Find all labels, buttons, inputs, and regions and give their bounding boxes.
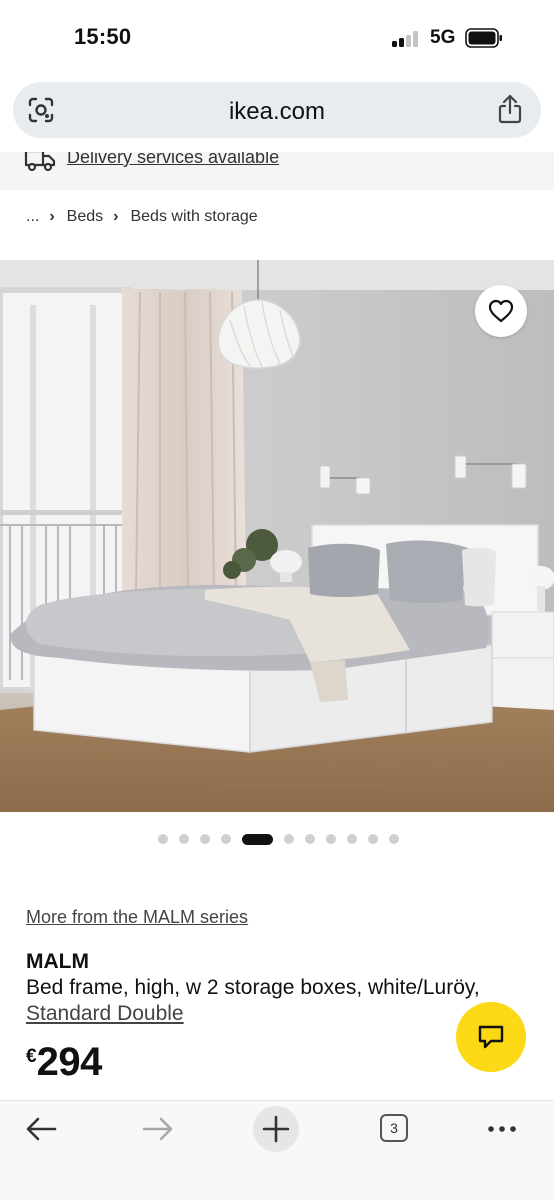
url-text[interactable]: ikea.com bbox=[13, 98, 541, 126]
breadcrumb-ellipsis[interactable]: ... bbox=[26, 208, 39, 226]
back-button[interactable] bbox=[22, 1111, 72, 1161]
address-bar[interactable]: ikea.com bbox=[13, 82, 541, 138]
product-price: €294 bbox=[26, 1040, 102, 1085]
price-amount: 294 bbox=[36, 1040, 103, 1084]
share-icon[interactable] bbox=[497, 94, 523, 124]
forward-button[interactable] bbox=[138, 1111, 188, 1161]
chat-button[interactable] bbox=[456, 1002, 526, 1072]
carousel-dot[interactable] bbox=[389, 834, 399, 844]
price-currency: € bbox=[26, 1046, 37, 1067]
network-type: 5G bbox=[430, 27, 456, 48]
carousel-dot[interactable] bbox=[158, 834, 168, 844]
carousel-dot[interactable] bbox=[200, 834, 210, 844]
delivery-banner: Delivery services available bbox=[0, 152, 554, 190]
chat-icon bbox=[478, 1025, 504, 1049]
carousel-dot[interactable] bbox=[347, 834, 357, 844]
product-size-link[interactable]: Standard Double bbox=[26, 1002, 184, 1025]
carousel-dot[interactable] bbox=[368, 834, 378, 844]
product-name: MALM bbox=[26, 950, 89, 973]
heart-icon bbox=[488, 299, 514, 323]
signal-icon bbox=[392, 30, 422, 47]
battery-icon bbox=[465, 28, 503, 48]
breadcrumb-item-beds[interactable]: Beds bbox=[67, 208, 103, 226]
back-arrow-icon bbox=[26, 1117, 57, 1141]
image-carousel-dots bbox=[158, 833, 410, 845]
plus-icon bbox=[262, 1115, 290, 1143]
carousel-dot-active[interactable] bbox=[242, 833, 273, 845]
new-tab-button[interactable] bbox=[253, 1106, 299, 1152]
forward-arrow-icon bbox=[142, 1117, 173, 1141]
more-button[interactable] bbox=[486, 1111, 536, 1161]
status-bar: 15:50 5G bbox=[0, 0, 554, 76]
carousel-dot[interactable] bbox=[305, 834, 315, 844]
browser-address-area: ikea.com bbox=[0, 76, 554, 152]
carousel-dot[interactable] bbox=[221, 834, 231, 844]
more-icon bbox=[488, 1126, 516, 1132]
product-description: Bed frame, high, w 2 storage boxes, whit… bbox=[26, 975, 496, 1027]
carousel-dot[interactable] bbox=[284, 834, 294, 844]
product-description-text: Bed frame, high, w 2 storage boxes, whit… bbox=[26, 976, 480, 999]
tabs-button[interactable]: 3 bbox=[380, 1114, 408, 1142]
breadcrumb-item-beds-with-storage[interactable]: Beds with storage bbox=[130, 208, 257, 226]
series-link[interactable]: More from the MALM series bbox=[26, 907, 248, 928]
delivery-truck-icon bbox=[24, 152, 56, 172]
status-time: 15:50 bbox=[74, 24, 132, 49]
product-image[interactable] bbox=[0, 260, 554, 812]
chevron-right-icon: › bbox=[113, 208, 119, 225]
delivery-services-link[interactable]: Delivery services available bbox=[67, 152, 279, 168]
favourite-button[interactable] bbox=[475, 285, 527, 337]
carousel-dot[interactable] bbox=[179, 834, 189, 844]
carousel-dot[interactable] bbox=[326, 834, 336, 844]
breadcrumb: ... › Beds › Beds with storage bbox=[26, 206, 258, 228]
browser-toolbar: 3 bbox=[0, 1100, 554, 1200]
chevron-right-icon: › bbox=[49, 208, 55, 225]
